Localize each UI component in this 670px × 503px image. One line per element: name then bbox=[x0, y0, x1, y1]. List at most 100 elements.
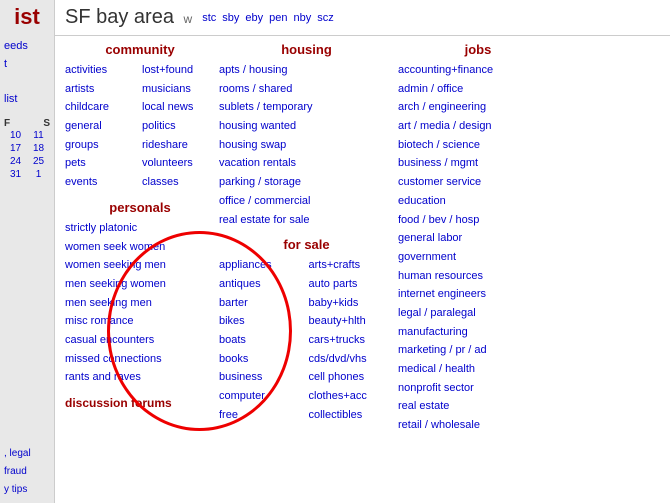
link-missed-connections[interactable]: missed connections bbox=[65, 350, 215, 369]
tips-link[interactable]: y tips bbox=[4, 481, 50, 499]
link-cars-trucks[interactable]: cars+trucks bbox=[309, 331, 395, 350]
link-cell-phones[interactable]: cell phones bbox=[309, 368, 395, 387]
link-manufacturing[interactable]: manufacturing bbox=[398, 323, 558, 342]
link-accounting[interactable]: accounting+finance bbox=[398, 61, 558, 80]
cal-day[interactable]: 24 bbox=[4, 155, 27, 168]
link-office-commercial[interactable]: office / commercial bbox=[219, 192, 394, 211]
cal-day[interactable]: 10 bbox=[4, 129, 27, 142]
link-general-labor[interactable]: general labor bbox=[398, 229, 558, 248]
link-groups[interactable]: groups bbox=[65, 136, 138, 155]
link-parking-storage[interactable]: parking / storage bbox=[219, 173, 394, 192]
link-baby-kids[interactable]: baby+kids bbox=[309, 294, 395, 313]
cal-grid: 10 11 17 18 24 25 31 1 bbox=[4, 129, 50, 181]
link-arts-crafts[interactable]: arts+crafts bbox=[309, 256, 395, 275]
link-collectibles[interactable]: collectibles bbox=[309, 406, 395, 425]
link-childcare[interactable]: childcare bbox=[65, 98, 138, 117]
sidebar-link-1[interactable]: eeds bbox=[4, 38, 50, 56]
link-pets[interactable]: pets bbox=[65, 154, 138, 173]
link-apts-housing[interactable]: apts / housing bbox=[219, 61, 394, 80]
link-housing-swap[interactable]: housing swap bbox=[219, 136, 394, 155]
link-antiques[interactable]: antiques bbox=[219, 275, 305, 294]
link-rooms-shared[interactable]: rooms / shared bbox=[219, 80, 394, 99]
loc-nby[interactable]: nby bbox=[293, 12, 311, 24]
loc-pen[interactable]: pen bbox=[269, 12, 287, 24]
jobs-title: jobs bbox=[398, 42, 558, 57]
sidebar-link-list[interactable]: list bbox=[4, 91, 50, 109]
link-cds-dvd[interactable]: cds/dvd/vhs bbox=[309, 350, 395, 369]
link-medical-health[interactable]: medical / health bbox=[398, 360, 558, 379]
link-rants-raves[interactable]: rants and raves bbox=[65, 368, 215, 387]
loc-eby[interactable]: eby bbox=[245, 12, 263, 24]
link-men-seeking-men[interactable]: men seeking men bbox=[65, 294, 215, 313]
calendar: F S 10 11 17 18 24 25 31 1 bbox=[4, 118, 50, 181]
loc-stc[interactable]: stc bbox=[202, 12, 216, 24]
discussion-forums-link[interactable]: discussion forums bbox=[65, 393, 215, 413]
cal-day[interactable]: 31 bbox=[4, 168, 27, 181]
link-internet-engineers[interactable]: internet engineers bbox=[398, 285, 558, 304]
link-classes[interactable]: classes bbox=[142, 173, 215, 192]
cal-day[interactable]: 25 bbox=[27, 155, 50, 168]
cal-day[interactable]: 1 bbox=[27, 168, 50, 181]
link-casual-encounters[interactable]: casual encounters bbox=[65, 331, 215, 350]
link-auto-parts[interactable]: auto parts bbox=[309, 275, 395, 294]
forsale-list: appliances antiques barter bikes boats b… bbox=[219, 256, 394, 424]
link-government[interactable]: government bbox=[398, 248, 558, 267]
link-artists[interactable]: artists bbox=[65, 80, 138, 99]
cal-day[interactable]: 11 bbox=[27, 129, 50, 142]
cal-day[interactable]: 17 bbox=[4, 142, 27, 155]
link-computer[interactable]: computer bbox=[219, 387, 305, 406]
link-books[interactable]: books bbox=[219, 350, 305, 369]
link-biotech[interactable]: biotech / science bbox=[398, 136, 558, 155]
link-admin-office[interactable]: admin / office bbox=[398, 80, 558, 99]
link-food-bev[interactable]: food / bev / hosp bbox=[398, 211, 558, 230]
link-arch-engineering[interactable]: arch / engineering bbox=[398, 98, 558, 117]
link-men-seeking-women[interactable]: men seeking women bbox=[65, 275, 215, 294]
link-volunteers[interactable]: volunteers bbox=[142, 154, 215, 173]
link-events[interactable]: events bbox=[65, 173, 138, 192]
link-musicians[interactable]: musicians bbox=[142, 80, 215, 99]
link-women-seeking-men[interactable]: women seeking men bbox=[65, 256, 215, 275]
link-lost-found[interactable]: lost+found bbox=[142, 61, 215, 80]
link-local-news[interactable]: local news bbox=[142, 98, 215, 117]
cal-header: F S bbox=[4, 118, 50, 129]
link-clothes-acc[interactable]: clothes+acc bbox=[309, 387, 395, 406]
w-link[interactable]: w bbox=[184, 12, 193, 26]
link-women-seek-women[interactable]: women seek women bbox=[65, 238, 215, 257]
loc-scz[interactable]: scz bbox=[317, 12, 334, 24]
link-activities[interactable]: activities bbox=[65, 61, 138, 80]
link-beauty-hlth[interactable]: beauty+hlth bbox=[309, 312, 395, 331]
link-appliances[interactable]: appliances bbox=[219, 256, 305, 275]
legal-link[interactable]: , legal bbox=[4, 448, 31, 459]
link-human-resources[interactable]: human resources bbox=[398, 267, 558, 286]
link-boats[interactable]: boats bbox=[219, 331, 305, 350]
link-free[interactable]: free bbox=[219, 406, 305, 425]
link-business-mgmt[interactable]: business / mgmt bbox=[398, 154, 558, 173]
forsale-right: arts+crafts auto parts baby+kids beauty+… bbox=[309, 256, 395, 424]
link-rideshare[interactable]: rideshare bbox=[142, 136, 215, 155]
link-bikes[interactable]: bikes bbox=[219, 312, 305, 331]
link-real-estate-sale[interactable]: real estate for sale bbox=[219, 211, 394, 230]
link-vacation-rentals[interactable]: vacation rentals bbox=[219, 154, 394, 173]
link-real-estate-jobs[interactable]: real estate bbox=[398, 397, 558, 416]
link-marketing[interactable]: marketing / pr / ad bbox=[398, 341, 558, 360]
loc-sby[interactable]: sby bbox=[222, 12, 239, 24]
link-misc-romance[interactable]: misc romance bbox=[65, 312, 215, 331]
link-housing-wanted[interactable]: housing wanted bbox=[219, 117, 394, 136]
link-education[interactable]: education bbox=[398, 192, 558, 211]
link-legal-paralegal[interactable]: legal / paralegal bbox=[398, 304, 558, 323]
col-jobs: jobs accounting+finance admin / office a… bbox=[398, 42, 558, 497]
sidebar-link-2[interactable]: t bbox=[4, 56, 50, 74]
link-customer-service[interactable]: customer service bbox=[398, 173, 558, 192]
housing-title: housing bbox=[219, 42, 394, 57]
fraud-link[interactable]: fraud bbox=[4, 463, 50, 481]
link-strictly-platonic[interactable]: strictly platonic bbox=[65, 219, 215, 238]
link-nonprofit[interactable]: nonprofit sector bbox=[398, 379, 558, 398]
link-politics[interactable]: politics bbox=[142, 117, 215, 136]
link-sublets-temporary[interactable]: sublets / temporary bbox=[219, 98, 394, 117]
link-business[interactable]: business bbox=[219, 368, 305, 387]
link-general[interactable]: general bbox=[65, 117, 138, 136]
link-art-media[interactable]: art / media / design bbox=[398, 117, 558, 136]
link-retail-wholesale[interactable]: retail / wholesale bbox=[398, 416, 558, 435]
link-barter[interactable]: barter bbox=[219, 294, 305, 313]
cal-day[interactable]: 18 bbox=[27, 142, 50, 155]
